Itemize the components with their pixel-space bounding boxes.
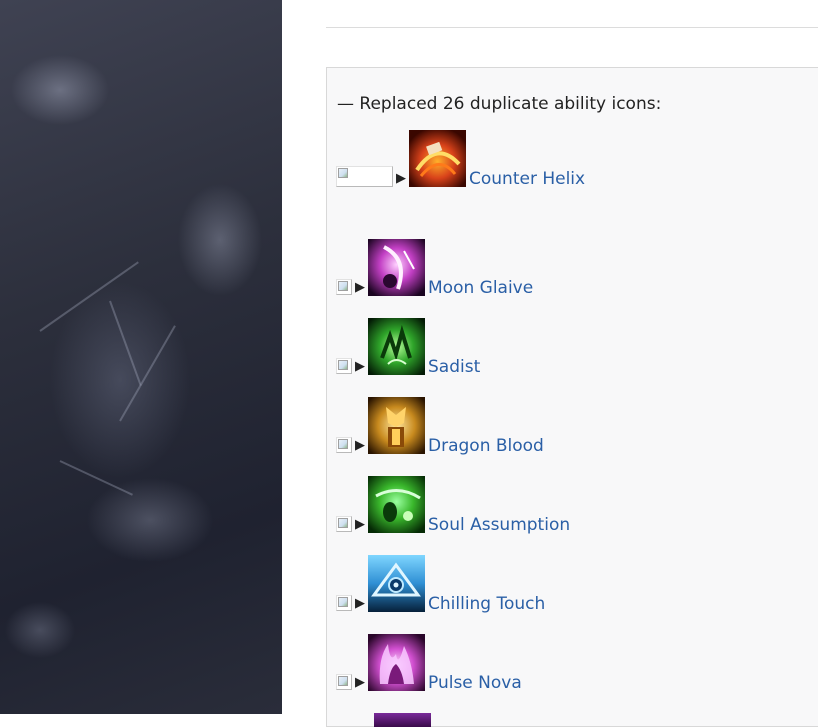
arrow-icon: ▶ [355,675,365,690]
ability-link-counter-helix[interactable]: Counter Helix [469,169,585,189]
arrow-icon: ▶ [396,171,406,186]
arrow-icon: ▶ [355,438,365,453]
dragon-blood-icon[interactable] [368,397,425,454]
ability-link-moon-glaive[interactable]: Moon Glaive [428,278,533,298]
list-item: ▶ Sadist [336,318,480,377]
pulse-nova-icon[interactable] [368,634,425,691]
next-ability-icon [374,713,431,727]
arrow-icon: ▶ [355,280,365,295]
broken-old-icon [336,279,352,295]
ability-link-dragon-blood[interactable]: Dragon Blood [428,436,544,456]
broken-old-icon [336,437,352,453]
list-item: ▶ Moon Glaive [336,239,533,298]
broken-old-icon [336,516,352,532]
list-item: ▶ Soul Assumption [336,476,570,535]
broken-old-icon [336,674,352,690]
soul-assumption-icon[interactable] [368,476,425,533]
sadist-icon[interactable] [368,318,425,375]
main-content: — Replaced 26 duplicate ability icons: ▶… [282,0,818,727]
section-divider [326,27,818,28]
chilling-touch-icon[interactable] [368,555,425,612]
moon-glaive-icon[interactable] [368,239,425,296]
ability-link-pulse-nova[interactable]: Pulse Nova [428,673,522,693]
list-item: ▶ Chilling Touch [336,555,545,614]
broken-old-icon [336,595,352,611]
changelog-panel: — Replaced 26 duplicate ability icons: ▶… [326,67,818,727]
ability-link-soul-assumption[interactable]: Soul Assumption [428,515,570,535]
arrow-icon: ▶ [355,359,365,374]
broken-old-icon [336,358,352,374]
changelog-intro: — Replaced 26 duplicate ability icons: [337,94,662,114]
list-item: ▶ Dragon Blood [336,397,544,456]
background-artwork [0,0,282,714]
arrow-icon: ▶ [355,596,365,611]
ability-link-chilling-touch[interactable]: Chilling Touch [428,594,545,614]
arrow-icon: ▶ [355,517,365,532]
list-item: ▶ Pulse Nova [336,634,522,693]
ability-link-sadist[interactable]: Sadist [428,357,480,377]
list-item: ▶ Counter Helix [336,130,585,189]
broken-old-icon [336,166,393,187]
counter-helix-icon[interactable] [409,130,466,187]
